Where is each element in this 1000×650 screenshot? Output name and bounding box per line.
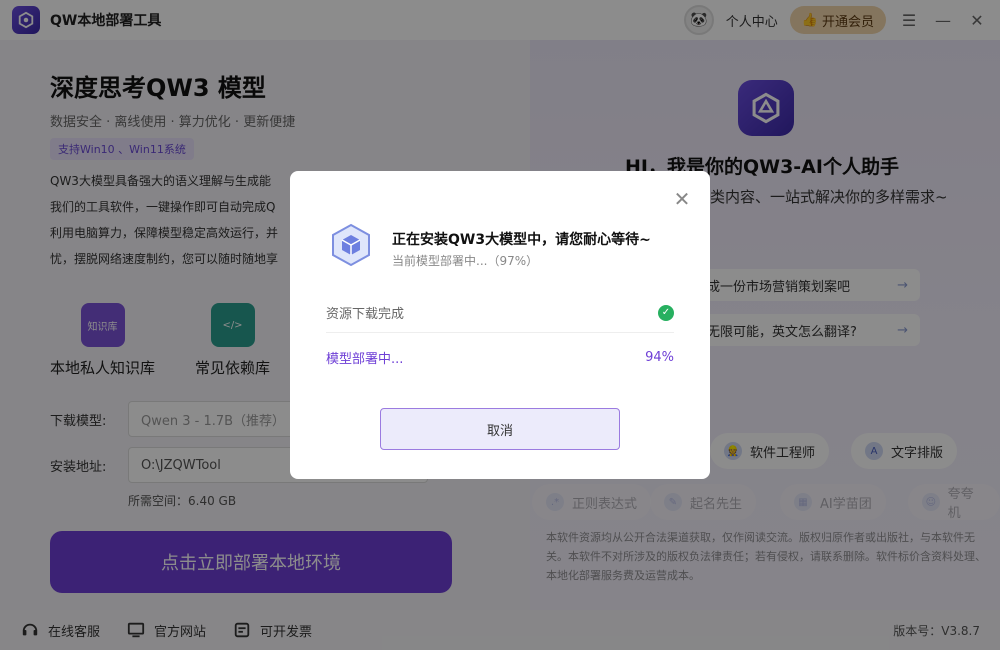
- step-label: 资源下载完成: [326, 307, 405, 322]
- step-deploy: 模型部署中... 94%: [326, 337, 674, 377]
- cancel-button[interactable]: 取消: [380, 408, 620, 450]
- close-icon[interactable]: ✕: [672, 189, 692, 209]
- step-download: 资源下载完成 ✓: [326, 293, 674, 333]
- cube-icon: [328, 222, 374, 268]
- check-circle-icon: ✓: [658, 304, 674, 321]
- step-progress: 94%: [645, 349, 674, 365]
- step-label: 模型部署中...: [326, 351, 404, 367]
- dialog-subtitle: 当前模型部署中...（97%）: [392, 254, 539, 268]
- dialog-title: 正在安装QW3大模型中，请您耐心等待~: [392, 232, 651, 248]
- install-progress-dialog: ✕ 正在安装QW3大模型中，请您耐心等待~ 当前模型部署中...（97%） 资源…: [290, 171, 710, 479]
